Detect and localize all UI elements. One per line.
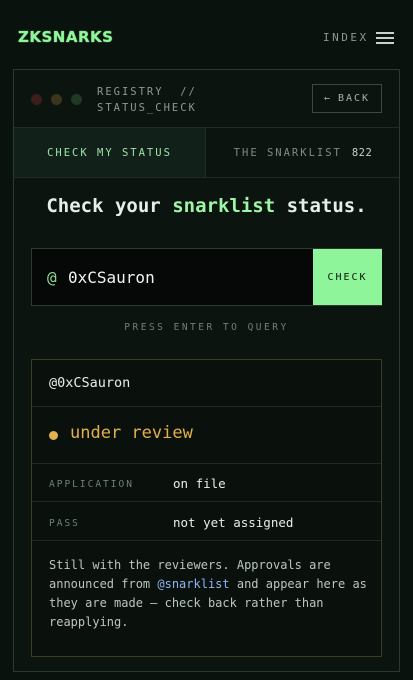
site-logo[interactable]: ZKSNARKS (18, 28, 113, 46)
back-button[interactable]: ← BACK (312, 84, 382, 113)
divider (32, 406, 381, 407)
top-bar: ZKSNARKS INDEX (0, 0, 413, 70)
headline-prefix: Check your (46, 195, 173, 217)
index-link[interactable]: INDEX (323, 31, 369, 44)
window-dot-red-icon (31, 94, 42, 105)
panel-title: REGISTRY // STATUS_CHECK (97, 84, 197, 116)
check-button[interactable]: CHECK (313, 249, 382, 305)
tab-bar: CHECK MY STATUS THE SNARKLIST 822 (14, 128, 399, 178)
divider (32, 540, 381, 541)
snarklist-count: 822 (351, 146, 373, 159)
tab-the-snarklist[interactable]: THE SNARKLIST 822 (207, 128, 399, 177)
tab-label: THE SNARKLIST (233, 146, 342, 159)
divider (32, 463, 381, 464)
panel-title-line1: REGISTRY // (97, 86, 197, 98)
query-hint: PRESS ENTER TO QUERY (124, 322, 289, 333)
application-value: on file (173, 476, 226, 491)
hamburger-menu-icon[interactable] (376, 32, 394, 44)
handle-query-box: @ CHECK (31, 248, 382, 306)
status-badge: under review (70, 423, 193, 443)
result-handle: @0xCSauron (49, 375, 131, 391)
panel-title-line2: STATUS_CHECK (97, 102, 197, 114)
tab-label: CHECK MY STATUS (47, 146, 172, 159)
status-dot-icon (49, 431, 58, 440)
pass-value: not yet assigned (173, 515, 294, 530)
headline-suffix: status. (275, 195, 367, 217)
snarklist-mention-link[interactable]: @snarklist (157, 577, 229, 591)
arrow-left-icon: ← (323, 93, 332, 104)
window-dot-yellow-icon (51, 94, 62, 105)
result-card: @0xCSauron under review APPLICATION on f… (31, 359, 382, 657)
back-button-label: BACK (337, 93, 371, 104)
headline-highlight: snarklist (172, 195, 276, 217)
pass-label: PASS (49, 518, 80, 529)
at-sign-icon: @ (47, 268, 57, 287)
status-panel: REGISTRY // STATUS_CHECK ← BACK CHECK MY… (13, 69, 400, 672)
window-dot-green-icon (71, 94, 82, 105)
tab-check-my-status[interactable]: CHECK MY STATUS (14, 128, 206, 177)
application-label: APPLICATION (49, 479, 134, 490)
page-headline: Check your snarklist status. (14, 195, 399, 217)
status-note: Still with the reviewers. Approvals are … (49, 556, 369, 632)
panel-header: REGISTRY // STATUS_CHECK ← BACK (14, 70, 399, 128)
handle-input[interactable] (68, 259, 308, 295)
divider (32, 501, 381, 502)
